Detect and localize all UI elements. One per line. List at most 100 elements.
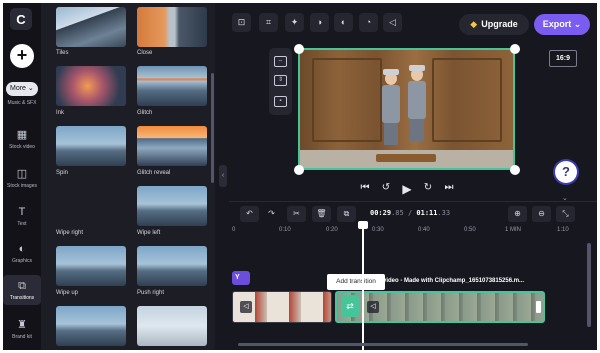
transition-label: Wipe up	[56, 290, 79, 296]
ruler-tick: 1 MIN	[505, 227, 522, 233]
more-button[interactable]: More ⌄	[6, 82, 38, 96]
transition-label: Wipe right	[56, 230, 84, 236]
transition-thumb[interactable]	[137, 306, 207, 346]
rail-item-label: Music & SFX	[7, 100, 37, 106]
color-icon[interactable]: ◐	[334, 13, 353, 32]
fit-frame-icon[interactable]: ⇕	[274, 75, 287, 86]
transition-label: Wipe left	[137, 230, 161, 236]
diamond-icon: ◆	[470, 19, 478, 29]
help-button[interactable]: ?	[555, 161, 577, 183]
volume-icon[interactable]: ◁	[367, 301, 379, 313]
skip-forward-icon[interactable]: ⏭	[442, 182, 456, 193]
resize-handle[interactable]	[510, 44, 520, 54]
rail-item-text[interactable]: T Text	[3, 204, 41, 230]
ruler-tick: 0:50	[464, 227, 476, 233]
collapse-panel-button[interactable]: ‹	[219, 165, 227, 187]
fill-icon[interactable]: ⇔	[274, 56, 287, 67]
delete-icon[interactable]: 🗑	[312, 206, 331, 222]
rail-item-stock-images[interactable]: ◫ Stock images	[3, 166, 41, 192]
clipchamp-logo[interactable]: C	[10, 8, 32, 30]
transition-thumb-wipe-left[interactable]	[137, 186, 207, 226]
playhead[interactable]	[362, 225, 364, 350]
ruler-tick: 0	[232, 227, 236, 233]
fit-icon[interactable]: ⊡	[232, 13, 251, 32]
timeline-horizontal-scrollbar[interactable]	[238, 343, 528, 346]
ruler-tick: 0:40	[418, 227, 430, 233]
transition-thumb-wipe-up[interactable]	[56, 246, 126, 286]
transition-thumb-tiles[interactable]	[56, 7, 126, 47]
skip-back-icon[interactable]: ⏮	[358, 182, 372, 193]
rail-item-label: Brand kit	[12, 334, 32, 340]
rail-item-label: Graphics	[11, 258, 32, 264]
contrast-icon[interactable]: ◑	[310, 13, 329, 32]
add-transition-button[interactable]: ⇄	[341, 295, 359, 317]
clip-trim-handle[interactable]	[536, 301, 541, 313]
timeline-ruler[interactable]: 0 0:10 0:20 0:30 0:40 0:50 1 MIN 1:10	[229, 227, 589, 239]
app-window: C + More ⌄ Music & SFX ▦ Stock video ◫ S…	[3, 3, 597, 350]
transition-label: Tiles	[56, 50, 69, 56]
rail-item-label: Text	[17, 221, 27, 227]
transition-thumb-push-right[interactable]	[137, 246, 207, 286]
current-time-frac: .85	[391, 209, 404, 217]
time-separator: /	[403, 209, 417, 217]
export-button[interactable]: Export ⌄	[534, 14, 590, 35]
export-label: Export	[542, 19, 572, 29]
total-time-frac: .33	[437, 209, 451, 217]
upgrade-label: Upgrade	[481, 19, 518, 29]
transition-label: Ink	[56, 110, 65, 116]
brand-icon: ♜	[17, 319, 27, 331]
transition-thumb-close[interactable]	[137, 7, 207, 47]
crop-icon[interactable]: ⌗	[259, 13, 278, 32]
rail-item-graphics[interactable]: ◐ Graphics	[3, 241, 41, 267]
transition-thumb[interactable]	[56, 306, 126, 346]
resize-handle[interactable]	[294, 44, 304, 54]
undo-icon[interactable]: ↶	[240, 206, 259, 222]
split-icon[interactable]: ✂	[287, 206, 306, 222]
text-icon: T	[18, 206, 26, 218]
transition-thumb-ink[interactable]	[56, 66, 126, 106]
film-icon: ▦	[16, 129, 28, 141]
preview-side-tools: ⇔ ⇕ ▪	[269, 48, 292, 115]
transition-thumb-glitch-reveal[interactable]	[137, 126, 207, 166]
video-preview[interactable]	[298, 48, 515, 170]
zoom-out-icon[interactable]: ⊖	[532, 206, 551, 222]
play-icon[interactable]: ▶	[400, 182, 414, 196]
transition-thumb-glitch[interactable]	[137, 66, 207, 106]
total-time: 01:11	[416, 209, 438, 217]
rewind-5-icon[interactable]: ↺	[379, 182, 393, 193]
add-media-button[interactable]: +	[10, 44, 34, 68]
rail-item-stock-video[interactable]: ▦ Stock video	[3, 127, 41, 153]
timeline-vertical-scrollbar[interactable]	[587, 243, 591, 327]
caption-clip[interactable]: Y	[232, 271, 250, 285]
fit-timeline-icon[interactable]: ⤡	[556, 206, 575, 222]
audio-icon[interactable]: ◁	[383, 13, 402, 32]
figurine-right	[406, 65, 430, 150]
panel-scrollbar[interactable]	[211, 73, 214, 183]
ruler-tick: 0:20	[326, 227, 338, 233]
duplicate-icon[interactable]: ⧉	[337, 206, 356, 222]
volume-icon[interactable]: ◁	[240, 301, 252, 313]
transition-thumb-spin[interactable]	[56, 126, 126, 166]
rail-item-transitions[interactable]: ⧉ Transitions	[3, 275, 41, 305]
rail-item-brand-kit[interactable]: ♜ Brand kit	[3, 317, 41, 343]
aspect-ratio-button[interactable]: 16:9	[549, 50, 577, 67]
ruler-tick: 1:10	[557, 227, 569, 233]
magic-wand-icon[interactable]: ✦	[285, 13, 304, 32]
chevron-down-icon: ⌄	[573, 19, 582, 29]
tooltip: Add transition	[327, 274, 385, 290]
ruler-tick: 0:10	[279, 227, 291, 233]
forward-5-icon[interactable]: ↻	[421, 182, 435, 193]
pip-icon[interactable]: ▪	[274, 96, 287, 107]
zoom-in-icon[interactable]: ⊕	[508, 206, 527, 222]
resize-handle[interactable]	[294, 165, 304, 175]
resize-handle[interactable]	[510, 165, 520, 175]
rail-item-music-sfx[interactable]: Music & SFX	[3, 100, 41, 118]
transition-label: Close	[137, 50, 153, 56]
speed-icon[interactable]: ◔	[359, 13, 378, 32]
image-icon: ◫	[16, 168, 28, 180]
redo-icon[interactable]: ↷	[262, 206, 281, 222]
transition-label: Glitch reveal	[137, 170, 171, 176]
rail-item-label: Transitions	[9, 295, 35, 301]
upgrade-button[interactable]: ◆ Upgrade	[459, 14, 529, 35]
timecode: 00:29.85 / 01:11.33	[370, 209, 450, 217]
